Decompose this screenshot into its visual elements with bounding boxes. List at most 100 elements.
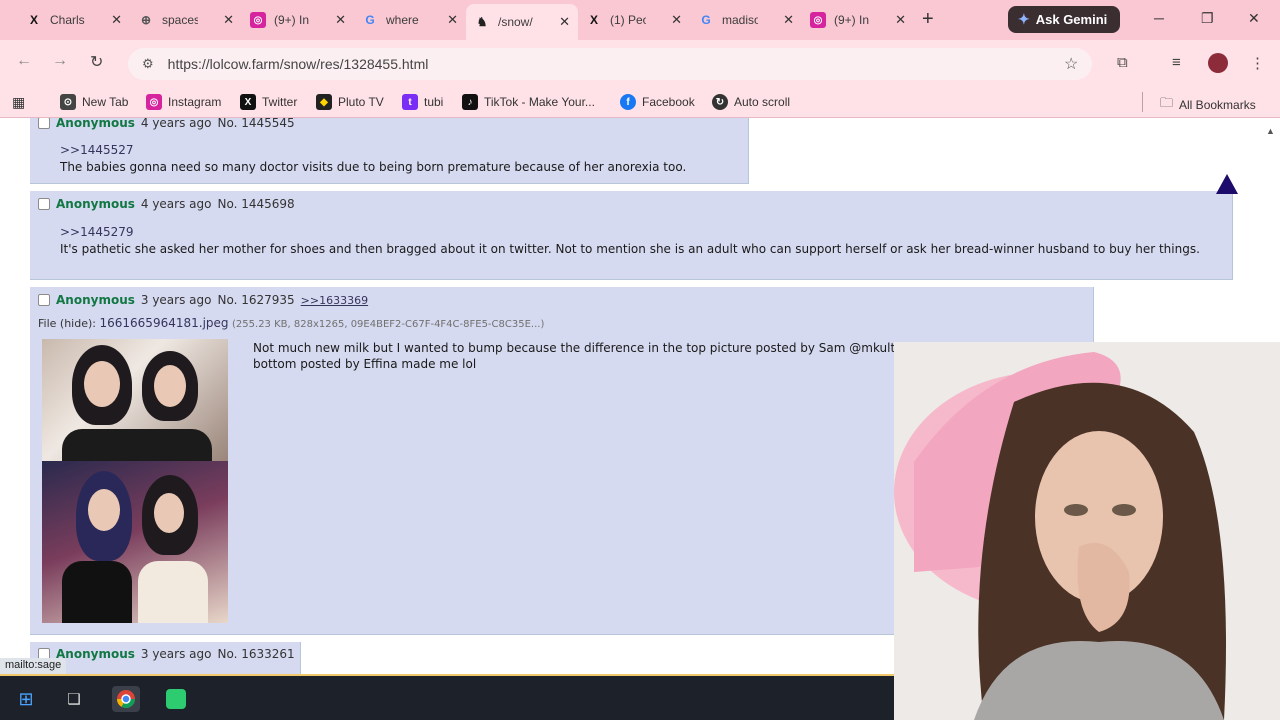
bookmark-tiktok[interactable]: ♪ TikTok - Make Your...: [462, 94, 595, 110]
chrome-taskbar-icon[interactable]: [112, 686, 140, 712]
close-icon[interactable]: ✕: [223, 12, 234, 28]
bookmark-auto-scroll[interactable]: ↻ Auto scroll: [712, 94, 790, 110]
menu-kebab-icon[interactable]: ⋮: [1250, 54, 1265, 72]
tab-title: /snow/: [498, 15, 533, 29]
os-taskbar: ⊞ ❑: [0, 674, 894, 720]
quote-link[interactable]: >>1445279: [60, 225, 134, 239]
post-1445545: Anonymous 4 years ago No. 1445545 >>1445…: [30, 118, 749, 184]
site-info-icon[interactable]: ⚙: [142, 56, 154, 72]
file-name-link[interactable]: 1661665964181.jpeg: [100, 316, 229, 330]
post-number[interactable]: No. 1445698: [217, 197, 294, 211]
backlink[interactable]: >>1633369: [301, 294, 368, 307]
post-age: 3 years ago: [140, 647, 212, 661]
window-close-icon[interactable]: ✕: [1248, 10, 1260, 27]
post-checkbox[interactable]: [38, 198, 50, 210]
bookmark-facebook[interactable]: f Facebook: [620, 94, 695, 110]
windows-start-icon[interactable]: ⊞: [12, 686, 40, 712]
bookmark-label: New Tab: [82, 95, 129, 109]
restore-icon[interactable]: ❐: [1201, 10, 1214, 27]
all-bookmarks-label: All Bookmarks: [1179, 98, 1256, 112]
post-age: 3 years ago: [140, 293, 212, 307]
tubi-icon: t: [402, 94, 418, 110]
tab-5[interactable]: X (1) Peo ✕: [578, 4, 690, 36]
new-tab-button[interactable]: +: [922, 8, 934, 31]
poster-name: Anonymous: [56, 293, 135, 307]
bookmark-label: tubi: [424, 95, 444, 109]
post-body: The babies gonna need so many doctor vis…: [60, 160, 687, 174]
close-icon[interactable]: ✕: [895, 12, 906, 28]
post-checkbox[interactable]: [38, 294, 50, 306]
post-body: It's pathetic she asked her mother for s…: [60, 242, 1200, 256]
post-number[interactable]: No. 1627935: [217, 293, 294, 307]
bookmark-tubi[interactable]: t tubi: [402, 94, 443, 110]
post-header: Anonymous 4 years ago No. 1445545: [38, 118, 295, 130]
tab-2[interactable]: ◎ (9+) In ✕: [242, 4, 354, 36]
bookmark-label: Instagram: [168, 95, 222, 109]
x-icon: X: [589, 13, 598, 27]
media-control-icon[interactable]: ≡: [1172, 54, 1181, 71]
post-header: Anonymous 3 years ago No. 1627935 >>1633…: [38, 293, 368, 307]
post-number[interactable]: No. 1633261: [217, 647, 294, 661]
bookmark-new-tab[interactable]: ⊙ New Tab: [60, 94, 128, 110]
tab-3[interactable]: G where ✕: [354, 4, 466, 36]
close-icon[interactable]: ✕: [671, 12, 682, 28]
post-body: Not much new milk but I wanted to bump b…: [253, 340, 985, 372]
file-hide-link[interactable]: (hide):: [60, 317, 96, 330]
webcam-overlay: [894, 342, 1280, 720]
google-icon: G: [365, 13, 375, 27]
close-icon[interactable]: ✕: [559, 14, 570, 30]
green-app-taskbar-icon[interactable]: [162, 686, 190, 712]
post-body-line: bottom posted by Effina made me lol: [253, 357, 477, 371]
tab-6[interactable]: G madiso ✕: [690, 4, 802, 36]
tab-title: (1) Peo: [610, 13, 646, 27]
poster-name: Anonymous: [56, 647, 135, 661]
tab-4-active[interactable]: ♞ /snow/ ✕: [466, 4, 578, 40]
bookmark-label: TikTok - Make Your...: [484, 95, 595, 109]
task-view-icon[interactable]: ❑: [60, 686, 88, 712]
apps-grid-icon[interactable]: ▦: [12, 94, 25, 111]
bookmark-star-icon[interactable]: ☆: [1064, 54, 1078, 74]
instagram-icon: ◎: [146, 94, 162, 110]
post-body-line: Not much new milk but I wanted to bump b…: [253, 341, 985, 355]
profile-avatar[interactable]: [1208, 53, 1228, 73]
back-arrow-icon[interactable]: ←: [16, 52, 32, 70]
scrollbar-up-arrow-icon[interactable]: ▲: [1266, 126, 1275, 136]
reload-icon[interactable]: ↻: [90, 52, 103, 72]
chrome-logo-icon: [117, 690, 135, 709]
close-icon[interactable]: ✕: [335, 12, 346, 28]
bookmark-pluto-tv[interactable]: ◆ Pluto TV: [316, 94, 384, 110]
tab-title: madiso: [722, 13, 758, 27]
bookmark-twitter[interactable]: X Twitter: [240, 94, 297, 110]
close-icon[interactable]: ✕: [783, 12, 794, 28]
address-bar[interactable]: ⚙ https://lolcow.farm/snow/res/1328455.h…: [128, 48, 1092, 80]
tab-1[interactable]: ⊕ spaces ✕: [130, 4, 242, 36]
quote-link[interactable]: >>1445527: [60, 143, 134, 157]
post-image-thumbnail[interactable]: [42, 339, 228, 623]
post-header: Anonymous 4 years ago No. 1445698: [38, 197, 295, 211]
pluto-icon: ◆: [316, 94, 332, 110]
post-checkbox[interactable]: [38, 118, 50, 129]
tab-7[interactable]: ◎ (9+) In ✕: [802, 4, 914, 36]
post-number[interactable]: No. 1445545: [217, 118, 294, 130]
google-icon: G: [701, 13, 711, 27]
tab-title: Charls: [50, 13, 85, 27]
webcam-person-image: [894, 342, 1280, 720]
all-bookmarks-button[interactable]: 🗀 All Bookmarks: [1160, 94, 1256, 116]
x-icon: X: [240, 94, 256, 110]
extensions-icon[interactable]: ⧉: [1117, 54, 1128, 71]
photo-top: [42, 339, 228, 461]
tab-0[interactable]: X Charls ✕: [18, 4, 130, 36]
poster-name: Anonymous: [56, 197, 135, 211]
url-text: https://lolcow.farm/snow/res/1328455.htm…: [167, 56, 429, 72]
close-icon[interactable]: ✕: [111, 12, 122, 28]
close-icon[interactable]: ✕: [447, 12, 458, 28]
bookmark-instagram[interactable]: ◎ Instagram: [146, 94, 221, 110]
scroll-to-top-arrow-icon[interactable]: [1216, 174, 1238, 194]
ask-gemini-button[interactable]: ✦ Ask Gemini: [1008, 6, 1120, 33]
lolcow-icon: ♞: [476, 15, 488, 29]
post-age: 4 years ago: [140, 197, 212, 211]
minimize-icon[interactable]: ─: [1154, 10, 1164, 26]
tiktok-icon: ♪: [462, 94, 478, 110]
x-icon: X: [29, 13, 38, 27]
forward-arrow-icon[interactable]: →: [52, 52, 68, 70]
